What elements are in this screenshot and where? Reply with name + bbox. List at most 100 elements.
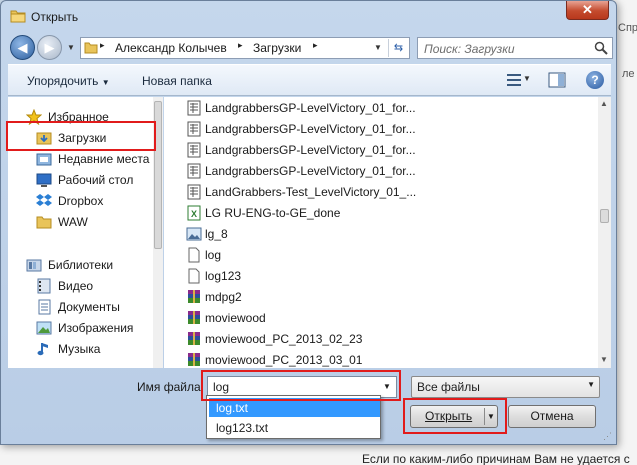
- help-icon[interactable]: ?: [586, 71, 604, 89]
- cancel-button[interactable]: Отмена: [508, 405, 596, 428]
- view-dropdown-icon[interactable]: ▼: [523, 74, 531, 83]
- breadcrumb-separator-icon[interactable]: ▸: [313, 40, 318, 51]
- resize-grip-icon[interactable]: ⋰: [603, 431, 613, 441]
- file-name: log: [205, 248, 222, 262]
- file-row[interactable]: LandgrabbersGP-LevelVictory_01_for...: [164, 140, 594, 161]
- breadcrumb-separator-icon[interactable]: ▸: [100, 40, 105, 51]
- nav-libraries[interactable]: Библиотеки: [8, 255, 153, 275]
- libraries-icon: [26, 259, 42, 272]
- nav-item-video[interactable]: Видео: [8, 276, 153, 296]
- spreadsheet-file-icon: [187, 184, 201, 200]
- file-name: moviewood_PC_2013_03_01: [205, 353, 363, 367]
- search-box[interactable]: Поиск: Загрузки: [417, 37, 613, 59]
- suggestion-text: log123.txt: [216, 421, 269, 435]
- file-name: LandGrabbers-Test_LevelVictory_01_...: [205, 185, 417, 199]
- spreadsheet-file-icon: [187, 121, 201, 137]
- image-file-icon: [186, 227, 202, 241]
- refresh-icon[interactable]: ⇆: [388, 39, 408, 57]
- arrow-right-icon: ▶: [44, 40, 55, 55]
- search-icon[interactable]: [594, 41, 608, 55]
- dialog-title: Открыть: [31, 10, 79, 24]
- file-row[interactable]: X LG RU-ENG-to-GE_done: [164, 203, 594, 224]
- address-bar[interactable]: ▸ Александр Колычев ▸ Загрузки ▸ ▼ ⇆: [80, 37, 410, 59]
- recent-locations-dropdown[interactable]: ▼: [65, 41, 77, 55]
- nav-item-waw[interactable]: WAW: [8, 212, 153, 232]
- title-bar[interactable]: Открыть ✕: [1, 1, 616, 31]
- background-side-text-2: ле: [622, 68, 635, 80]
- file-row[interactable]: LandgrabbersGP-LevelVictory_01_for...: [164, 161, 594, 182]
- folder-icon: [36, 216, 52, 229]
- recent-places-icon: [36, 153, 52, 166]
- nav-item-images[interactable]: Изображения: [8, 318, 153, 338]
- nav-item-label: WAW: [58, 215, 88, 229]
- file-row[interactable]: LandgrabbersGP-LevelVictory_01_for...: [164, 119, 594, 140]
- forward-button[interactable]: ▶: [37, 35, 62, 60]
- filename-label: Имя файла:: [137, 380, 204, 394]
- breadcrumb-user[interactable]: Александр Колычев: [115, 41, 227, 55]
- file-name: log123: [205, 269, 242, 283]
- file-name: LandgrabbersGP-LevelVictory_01_for...: [205, 122, 416, 136]
- file-row[interactable]: log: [164, 245, 594, 266]
- arrow-left-icon: ◀: [17, 40, 28, 55]
- excel-file-icon: X: [187, 205, 201, 221]
- dropbox-icon: [36, 194, 52, 206]
- nav-item-documents[interactable]: Документы: [8, 297, 153, 317]
- file-name: LG RU-ENG-to-GE_done: [205, 206, 341, 220]
- archive-file-icon: [188, 290, 200, 303]
- file-name: lg_8: [205, 227, 228, 241]
- file-row[interactable]: log123: [164, 266, 594, 287]
- breadcrumb-separator-icon[interactable]: ▸: [238, 40, 243, 51]
- spreadsheet-file-icon: [187, 163, 201, 179]
- file-list-scrollbar-thumb[interactable]: [600, 209, 609, 223]
- nav-item-label: Видео: [58, 279, 94, 293]
- file-row[interactable]: LandGrabbers-Test_LevelVictory_01_...: [164, 182, 594, 203]
- music-library-icon: [37, 343, 48, 356]
- organize-menu[interactable]: Упорядочить ▼: [27, 74, 110, 88]
- nav-item-desktop[interactable]: Рабочий стол: [8, 170, 153, 190]
- svg-text:X: X: [191, 209, 197, 219]
- text-file-icon: [188, 268, 200, 284]
- nav-item-music[interactable]: Музыка: [8, 339, 153, 359]
- spreadsheet-file-icon: [187, 142, 201, 158]
- filetype-value: Все файлы: [417, 380, 480, 394]
- nav-item-dropbox[interactable]: Dropbox: [8, 191, 153, 211]
- desktop-icon: [36, 173, 52, 187]
- scroll-up-icon[interactable]: ▲: [600, 99, 608, 108]
- scroll-down-icon[interactable]: ▼: [600, 355, 608, 364]
- filetype-select[interactable]: Все файлы ▼: [411, 376, 600, 398]
- spreadsheet-file-icon: [187, 100, 201, 116]
- suggestion-item[interactable]: log123.txt: [209, 418, 380, 437]
- nav-libraries-label: Библиотеки: [48, 258, 114, 272]
- file-list-scrollbar[interactable]: ▲ ▼: [598, 97, 611, 368]
- back-button[interactable]: ◀: [10, 35, 35, 60]
- nav-item-recent-places[interactable]: Недавние места: [8, 149, 153, 169]
- background-page-text: Если по каким-либо причинам Вам не удает…: [362, 452, 630, 465]
- file-row[interactable]: lg_8: [164, 224, 594, 245]
- file-name: LandgrabbersGP-LevelVictory_01_for...: [205, 143, 416, 157]
- file-name: moviewood_PC_2013_02_23: [205, 332, 363, 346]
- view-options-icon[interactable]: [506, 72, 522, 88]
- highlight-open-button: [403, 398, 507, 434]
- command-bar: Упорядочить ▼ Новая папка ▼ ?: [8, 64, 611, 96]
- preview-pane-icon[interactable]: [548, 72, 566, 88]
- background-side-text: Справка: [618, 22, 637, 34]
- new-folder-button[interactable]: Новая папка: [142, 74, 212, 88]
- breadcrumb-downloads[interactable]: Загрузки: [253, 41, 301, 55]
- highlight-downloads: [6, 121, 156, 151]
- archive-file-icon: [188, 332, 200, 345]
- images-library-icon: [36, 321, 52, 335]
- file-row[interactable]: mdpg2: [164, 287, 594, 308]
- file-row[interactable]: LandgrabbersGP-LevelVictory_01_for...: [164, 98, 594, 119]
- file-name: moviewood: [205, 311, 266, 325]
- file-name: LandgrabbersGP-LevelVictory_01_for...: [205, 101, 416, 115]
- file-row[interactable]: moviewood: [164, 308, 594, 329]
- file-name: mdpg2: [205, 290, 242, 304]
- file-row[interactable]: moviewood_PC_2013_03_01: [164, 350, 594, 371]
- search-placeholder: Поиск: Загрузки: [424, 42, 515, 56]
- address-dropdown-icon[interactable]: ▼: [371, 40, 385, 56]
- close-button[interactable]: ✕: [566, 1, 609, 20]
- file-row[interactable]: moviewood_PC_2013_02_23: [164, 329, 594, 350]
- filename-suggestions: log.txt log123.txt: [206, 395, 381, 439]
- documents-library-icon: [38, 299, 51, 315]
- organize-label: Упорядочить: [27, 74, 99, 88]
